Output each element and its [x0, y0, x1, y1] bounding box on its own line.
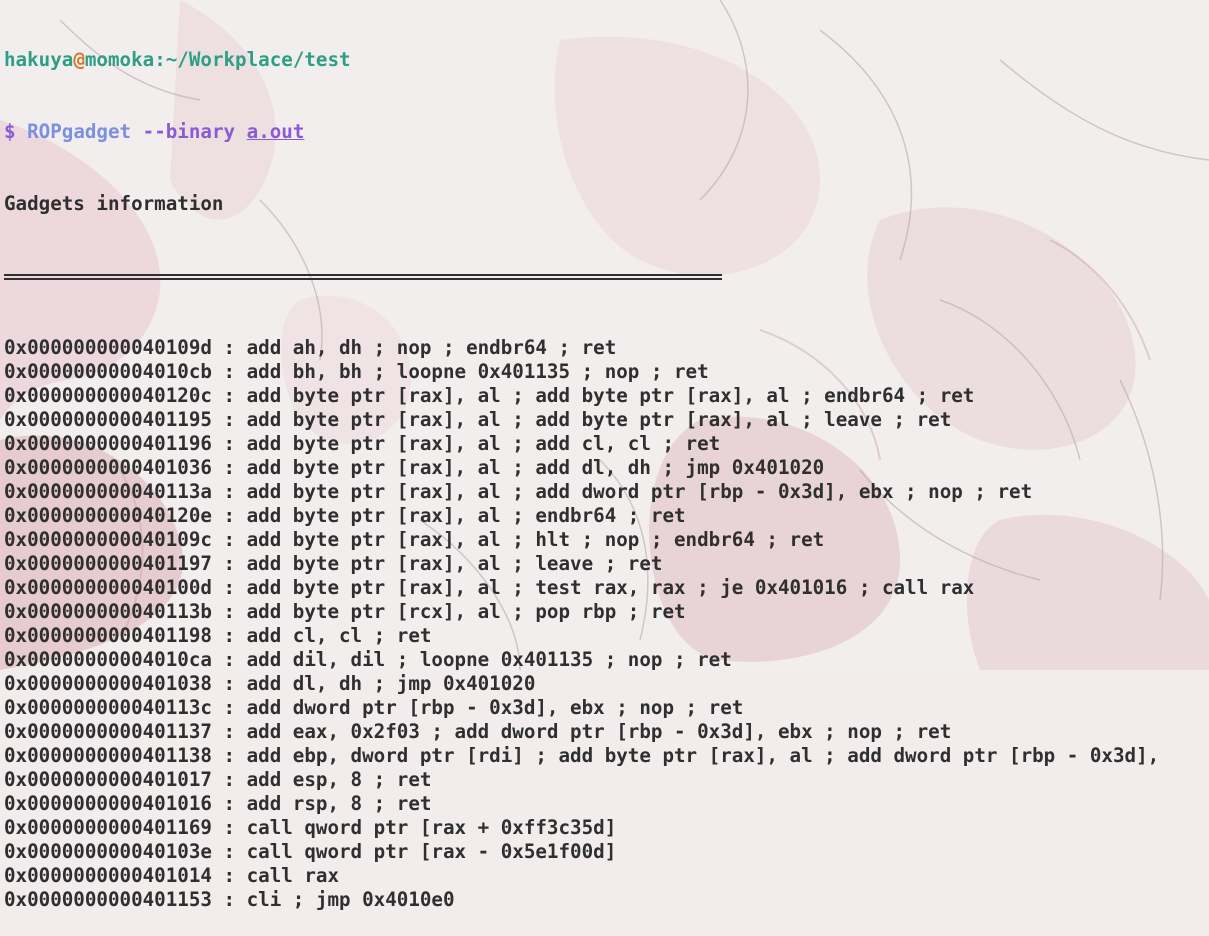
output-header: Gadgets information: [4, 192, 224, 215]
prompt-at: @: [73, 48, 85, 71]
gadget-line: 0x000000000040120c : add byte ptr [rax],…: [4, 384, 975, 407]
gadget-line: 0x000000000040109c : add byte ptr [rax],…: [4, 528, 825, 551]
gadget-line: 0x0000000000401014 : call rax: [4, 864, 340, 887]
prompt-user: hakuya: [4, 48, 74, 71]
gadget-line: 0x00000000004010ca : add dil, dil ; loop…: [4, 648, 732, 671]
prompt-path: ~/Workplace/test: [165, 48, 351, 71]
gadget-line: 0x0000000000401137 : add eax, 0x2f03 ; a…: [4, 720, 952, 743]
gadget-line: 0x000000000040113c : add dword ptr [rbp …: [4, 696, 744, 719]
gadget-line: 0x0000000000401016 : add rsp, 8 ; ret: [4, 792, 432, 815]
command-flag: --binary: [142, 120, 236, 143]
prompt-colon: :: [154, 48, 166, 71]
gadget-line: 0x0000000000401196 : add byte ptr [rax],…: [4, 432, 721, 455]
gadget-line: 0x000000000040113a : add byte ptr [rax],…: [4, 480, 1033, 503]
gadget-line: 0x000000000040100d : add byte ptr [rax],…: [4, 576, 975, 599]
terminal-output: hakuya@momoka:~/Workplace/test $ ROPgadg…: [4, 0, 1209, 936]
gadget-line: 0x000000000040120e : add byte ptr [rax],…: [4, 504, 686, 527]
gadget-line: 0x0000000000401169 : call qword ptr [rax…: [4, 816, 617, 839]
gadget-list: 0x000000000040109d : add ah, dh ; nop ; …: [4, 336, 1209, 912]
prompt-host: momoka: [84, 48, 155, 71]
gadget-line: 0x000000000040109d : add ah, dh ; nop ; …: [4, 336, 617, 359]
gadget-line: 0x0000000000401038 : add dl, dh ; jmp 0x…: [4, 672, 536, 695]
header-separator: [4, 264, 1209, 288]
gadget-line: 0x00000000004010cb : add bh, bh ; loopne…: [4, 360, 709, 383]
command-file-link[interactable]: a.out: [247, 120, 305, 143]
gadget-line: 0x0000000000401036 : add byte ptr [rax],…: [4, 456, 825, 479]
gadget-line: 0x000000000040103e : call qword ptr [rax…: [4, 840, 617, 863]
gadget-line: 0x000000000040113b : add byte ptr [rcx],…: [4, 600, 686, 623]
gadget-line: 0x0000000000401017 : add esp, 8 ; ret: [4, 768, 432, 791]
gadget-line: 0x0000000000401195 : add byte ptr [rax],…: [4, 408, 952, 431]
gadget-line: 0x0000000000401138 : add ebp, dword ptr …: [4, 744, 1160, 767]
shell-prompt: hakuya@momoka:~/Workplace/test: [4, 48, 1209, 72]
command-program: ROPgadget: [27, 120, 132, 143]
gadget-line: 0x0000000000401198 : add cl, cl ; ret: [4, 624, 432, 647]
gadget-line: 0x0000000000401153 : cli ; jmp 0x4010e0: [4, 888, 455, 911]
prompt-dollar: $: [4, 120, 16, 143]
gadget-line: 0x0000000000401197 : add byte ptr [rax],…: [4, 552, 663, 575]
command-line[interactable]: $ ROPgadget --binary a.out: [4, 120, 1209, 144]
